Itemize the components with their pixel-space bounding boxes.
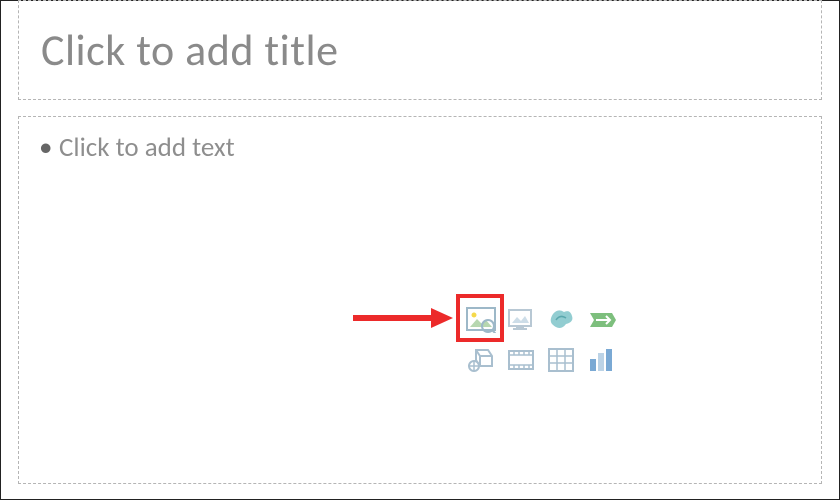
- arrow-annotation: [353, 306, 453, 330]
- video-icon: [506, 347, 536, 373]
- smartart-icon: [586, 307, 616, 333]
- title-placeholder-text: Click to add title: [41, 23, 339, 77]
- 3d-models-icon: [466, 346, 496, 374]
- pictures-icon: [466, 307, 496, 333]
- bullet-placeholder-text: Click to add text: [59, 131, 235, 164]
- content-icon-grid: [461, 300, 621, 380]
- insert-chart-button[interactable]: [581, 340, 621, 380]
- insert-icons-button[interactable]: [541, 300, 581, 340]
- insert-video-button[interactable]: [501, 340, 541, 380]
- bullet-dot-icon: •: [39, 131, 59, 164]
- title-placeholder[interactable]: Click to add title: [18, 0, 822, 100]
- insert-3d-models-button[interactable]: [461, 340, 501, 380]
- bullet-line: • Click to add text: [39, 131, 801, 164]
- chart-icon: [587, 347, 615, 373]
- insert-smartart-button[interactable]: [581, 300, 621, 340]
- online-pictures-icon: [506, 307, 536, 333]
- table-icon: [547, 347, 575, 373]
- icons-icon: [546, 306, 576, 334]
- insert-online-pictures-button[interactable]: [501, 300, 541, 340]
- insert-table-button[interactable]: [541, 340, 581, 380]
- insert-pictures-button[interactable]: [461, 300, 501, 340]
- content-placeholder[interactable]: • Click to add text: [18, 116, 822, 484]
